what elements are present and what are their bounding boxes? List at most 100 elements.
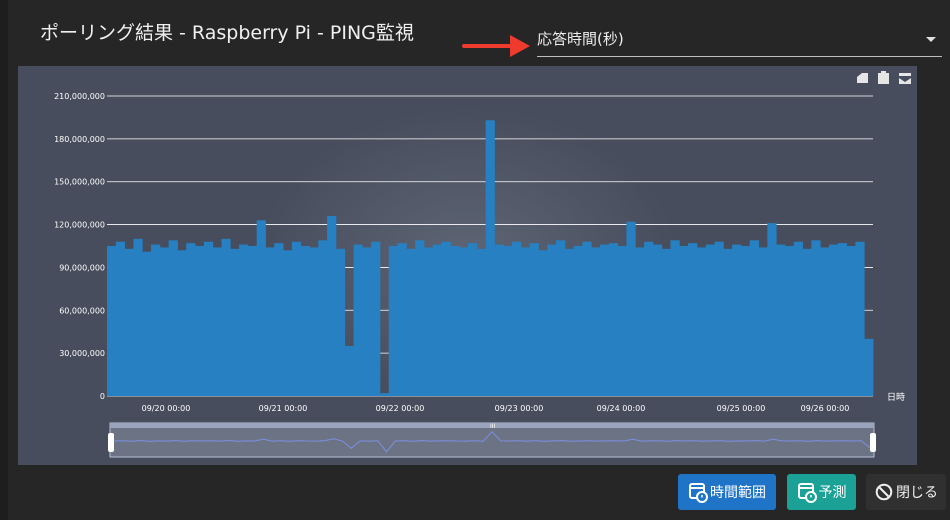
chart-bar <box>256 220 266 396</box>
chart-bar <box>203 241 214 396</box>
chart-bar <box>195 246 205 396</box>
x-tick-label: 09/24 00:00 <box>597 404 646 413</box>
chart-bar <box>133 238 143 396</box>
chart-bar <box>520 247 531 396</box>
chart-bar <box>230 248 240 396</box>
y-tick-label: 0 <box>100 392 105 401</box>
chart-bar <box>371 241 381 396</box>
chart-bar <box>397 243 407 396</box>
chart-bar <box>494 244 504 396</box>
x-tick-label: 09/21 00:00 <box>259 404 308 413</box>
chevron-down-icon <box>926 37 936 42</box>
chart-bar <box>740 246 751 396</box>
restore-icon[interactable] <box>857 73 868 83</box>
metric-select[interactable]: 応答時間(秒) <box>537 22 942 57</box>
chart-bar <box>177 250 187 396</box>
chart-bar <box>151 244 161 396</box>
chart-bar <box>591 247 601 396</box>
x-tick-label: 09/23 00:00 <box>495 404 544 413</box>
y-tick-label: 150,000,000 <box>54 178 105 187</box>
chart-bar <box>265 247 275 396</box>
chart-bar <box>335 248 346 396</box>
data-zoom-slider[interactable]: III <box>108 422 876 458</box>
chart-bar <box>221 238 231 396</box>
chart-bar <box>600 244 610 396</box>
chart-bar <box>107 246 117 396</box>
chart-bar <box>679 246 689 396</box>
chart-bar <box>864 338 874 396</box>
chart-bar <box>529 243 539 396</box>
chart-bar <box>811 240 821 396</box>
chart-bar <box>538 250 548 396</box>
time-range-button[interactable]: 時間範囲 <box>678 474 776 510</box>
chart-bar <box>186 243 196 396</box>
chart-bar <box>732 244 742 396</box>
chart-bar <box>432 244 442 396</box>
chart-bar <box>696 247 707 396</box>
red-arrow-annotation <box>462 35 530 57</box>
x-tick-label: 09/22 00:00 <box>376 404 425 413</box>
forecast-button[interactable]: 予測 <box>787 474 856 510</box>
chart-bar <box>318 240 328 396</box>
chart-bar <box>846 246 856 396</box>
chart-bar <box>608 243 619 396</box>
poll-result-dialog: ポーリング結果 - Raspberry Pi - PING監視 応答時間(秒) … <box>0 0 950 520</box>
chart-bar <box>582 241 592 396</box>
time-range-label: 時間範囲 <box>710 485 766 501</box>
chart-bar <box>626 221 636 396</box>
chart-bar <box>283 250 293 396</box>
chart-bar <box>459 247 469 396</box>
chart-bar <box>239 244 249 396</box>
zoom-left-handle[interactable] <box>108 433 114 452</box>
chart-bar <box>644 241 654 396</box>
x-axis-label: 日時 <box>887 392 905 403</box>
chart-bar <box>661 248 671 396</box>
chart-bar <box>652 244 663 396</box>
chart-bar <box>353 244 363 396</box>
dialog-title: ポーリング結果 - Raspberry Pi - PING監視 <box>40 22 414 44</box>
data-view-icon[interactable] <box>878 71 889 84</box>
chart-bar <box>635 247 645 396</box>
chart-bar <box>142 251 152 396</box>
close-button[interactable]: 閉じる <box>866 474 946 510</box>
chart-bar <box>476 248 486 396</box>
chart-bar <box>503 246 513 396</box>
chart-bar <box>828 244 839 396</box>
x-tick-label: 09/20 00:00 <box>142 404 191 413</box>
chart-bar <box>309 247 319 396</box>
chart-bar <box>300 246 310 396</box>
calendar-clock-icon <box>689 483 708 503</box>
calendar-clock-icon <box>797 483 817 503</box>
x-tick-label: 09/25 00:00 <box>717 404 766 413</box>
save-image-icon[interactable] <box>899 73 911 84</box>
y-tick-label: 90,000,000 <box>59 263 105 272</box>
zoom-move-handle[interactable]: III <box>490 423 496 430</box>
chart-bar <box>423 247 434 396</box>
chart-bar <box>564 248 575 396</box>
chart-bar <box>362 247 372 396</box>
chart-bar <box>723 248 733 396</box>
chart-bar <box>837 243 847 396</box>
chart-bar <box>705 244 715 396</box>
zoom-right-handle[interactable] <box>870 433 876 452</box>
y-tick-label: 30,000,000 <box>59 349 105 358</box>
chart-bar <box>617 246 627 396</box>
chart-bar <box>327 216 337 396</box>
y-tick-label: 210,000,000 <box>54 92 105 101</box>
response-time-chart: 0 30,000,000 60,000,000 90,000,000 120,000,0… <box>54 71 911 458</box>
chart-bar <box>802 248 812 396</box>
forecast-label: 予測 <box>818 485 847 501</box>
chart-bar <box>688 243 698 396</box>
chart-bar <box>573 246 583 396</box>
chart-bar <box>115 241 126 396</box>
metric-select-value: 応答時間(秒) <box>537 30 624 48</box>
chart-bar <box>212 247 222 396</box>
y-tick-label: 120,000,000 <box>54 221 105 230</box>
left-edge <box>0 0 8 520</box>
chart-panel: 0 30,000,000 60,000,000 90,000,000 120,000,0… <box>18 66 917 465</box>
chart-bar <box>406 248 416 396</box>
chart-bar <box>547 244 557 396</box>
chart-bar <box>749 240 759 396</box>
chart-bar <box>512 241 522 396</box>
chart-bar <box>379 393 390 396</box>
